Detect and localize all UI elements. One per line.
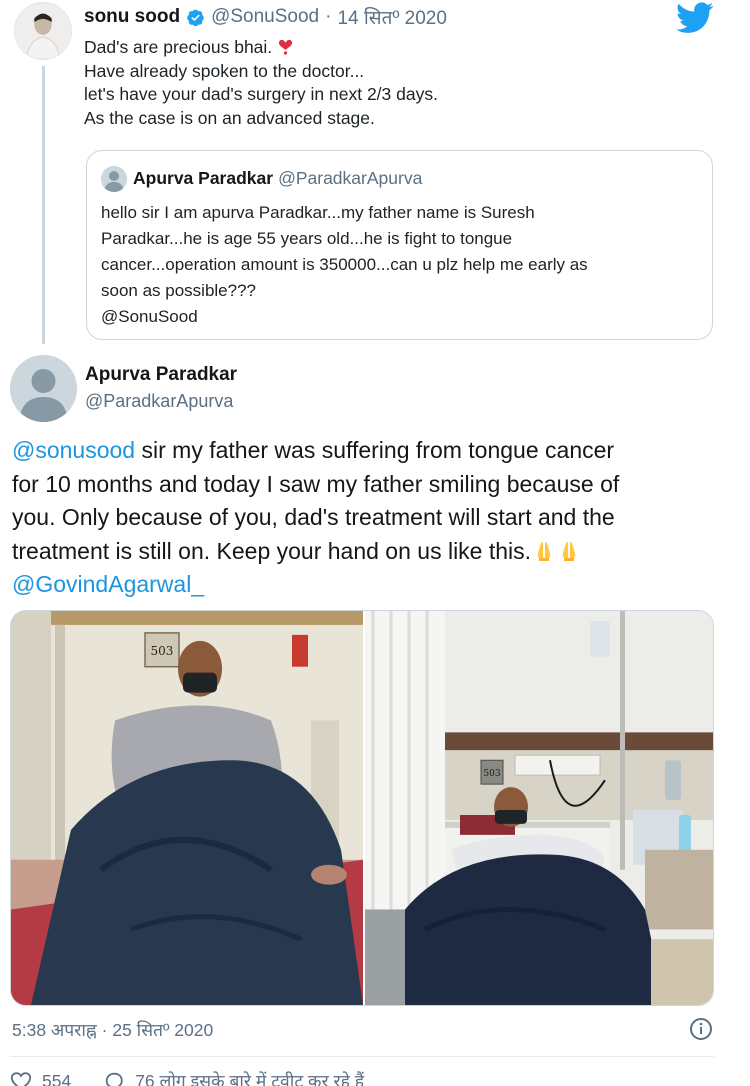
like-icon[interactable] bbox=[10, 1070, 32, 1086]
main-author-name[interactable]: Apurva Paradkar bbox=[85, 364, 237, 386]
mention-link[interactable]: @sonusood bbox=[12, 437, 135, 463]
parent-tweet-date[interactable]: 14 सितº 2020 bbox=[337, 4, 447, 30]
quoted-tweet-line: cancer...operation amount is 350000...ca… bbox=[101, 255, 588, 274]
like-count[interactable]: 554 bbox=[42, 1071, 71, 1086]
parent-tweet-line: let's have your dad's surgery in next 2/… bbox=[84, 84, 438, 104]
folded-hands-icon bbox=[532, 538, 556, 562]
people-talking-link[interactable]: 76 लोग इसके बारे में ट्वीट कर रहे हैं bbox=[135, 1069, 364, 1086]
tweet-photo-grid: 503 503 bbox=[10, 610, 714, 1006]
main-tweet-line: @sonusood sir my father was suffering fr… bbox=[12, 434, 732, 468]
heart-icon bbox=[278, 37, 293, 55]
main-author-avatar[interactable] bbox=[10, 355, 77, 422]
parent-author-name[interactable]: sonu sood bbox=[84, 6, 180, 28]
main-tweet-line: @GovindAgarwal_ bbox=[12, 568, 732, 602]
quoted-tweet-text: hello sir I am apurva Paradkar...my fath… bbox=[101, 200, 701, 330]
parent-tweet-line: Dad's are precious bhai. bbox=[84, 36, 438, 60]
thread-connector bbox=[42, 66, 45, 344]
main-tweet-line: treatment is still on. Keep your hand on… bbox=[12, 535, 732, 569]
room-number-sign: 503 bbox=[483, 769, 500, 779]
parent-tweet-text: Dad's are precious bhai. Have already sp… bbox=[84, 36, 438, 130]
info-icon[interactable] bbox=[689, 1017, 713, 1041]
parent-tweet-line: Have already spoken to the doctor... bbox=[84, 60, 365, 81]
footer-divider bbox=[10, 1056, 714, 1057]
main-tweet-line-text: sir my father was suffering from tongue … bbox=[135, 437, 615, 463]
mention-link[interactable]: @GovindAgarwal_ bbox=[12, 571, 204, 597]
parent-tweet-line-text: Dad's are precious bhai. bbox=[84, 37, 273, 57]
quoted-author-handle: @ParadkarApurva bbox=[278, 168, 423, 188]
quoted-tweet-line: hello sir I am apurva Paradkar...my fath… bbox=[101, 203, 535, 222]
sonu-sood-avatar[interactable] bbox=[14, 2, 72, 60]
parent-tweet-header: sonu sood @SonuSood · 14 सितº 2020 bbox=[84, 4, 447, 30]
main-tweet-text: @sonusood sir my father was suffering fr… bbox=[12, 434, 732, 602]
parent-author-handle[interactable]: @SonuSood bbox=[211, 6, 319, 28]
folded-hands-icon bbox=[557, 538, 581, 562]
parent-tweet-line: As the case is on an advanced stage. bbox=[84, 107, 375, 128]
quoted-tweet-card[interactable]: Apurva Paradkar @ParadkarApurva hello sir… bbox=[86, 150, 713, 340]
quoted-tweet-line: Paradkar...he is age 55 years old...he i… bbox=[101, 229, 513, 248]
tweet-action-row: 554 76 लोग इसके बारे में ट्वीट कर रहे है… bbox=[10, 1068, 364, 1086]
quoted-tweet-line: soon as possible??? bbox=[101, 281, 257, 300]
header-separator: · bbox=[325, 6, 332, 27]
reply-icon[interactable] bbox=[103, 1070, 125, 1086]
quoted-tweet-header: Apurva Paradkar @ParadkarApurva bbox=[133, 168, 422, 189]
main-author-handle[interactable]: @ParadkarApurva bbox=[85, 391, 233, 412]
quoted-tweet-line: @SonuSood bbox=[101, 307, 198, 326]
main-tweet-line-text: treatment is still on. Keep your hand on… bbox=[12, 537, 532, 564]
main-tweet-line: you. Only because of you, dad's treatmen… bbox=[12, 504, 615, 530]
main-tweet-line: for 10 months and today I saw my father … bbox=[12, 470, 620, 497]
tweet-photo-right[interactable]: 503 bbox=[365, 611, 713, 1005]
quoted-author-name: Apurva Paradkar bbox=[133, 168, 274, 188]
quoted-author-avatar bbox=[101, 166, 127, 192]
verified-badge-icon bbox=[186, 8, 205, 27]
room-number-sign: 503 bbox=[151, 644, 174, 658]
tweet-timestamp[interactable]: 5:38 अपराह्न · 25 सितº 2020 bbox=[12, 1018, 213, 1042]
twitter-bird-icon[interactable] bbox=[676, 2, 714, 34]
tweet-photo-left[interactable]: 503 bbox=[11, 611, 363, 1005]
